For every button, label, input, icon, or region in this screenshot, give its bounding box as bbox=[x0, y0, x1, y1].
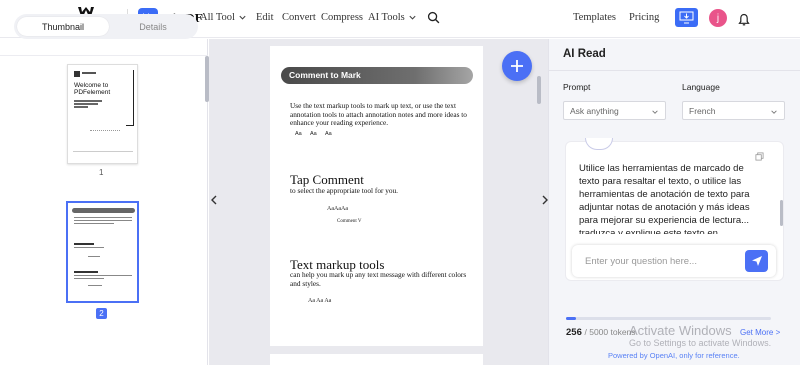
aa-sample-row-2: Aa Aa Aa bbox=[308, 298, 332, 304]
bell-icon[interactable] bbox=[738, 13, 750, 27]
tab-thumbnail[interactable]: Thumbnail bbox=[17, 17, 109, 36]
thumb-line bbox=[74, 275, 132, 276]
collapse-left-icon[interactable] bbox=[210, 195, 218, 205]
thumb-frame-line bbox=[126, 70, 134, 126]
ai-response-text: Utilice las herramientas de marcado de t… bbox=[579, 163, 750, 234]
page-number-2: 2 bbox=[96, 308, 107, 319]
tokens-total: / 5000 tokens bbox=[584, 327, 636, 337]
aa-sample-row: AaAaAa bbox=[327, 206, 348, 212]
thumb-line bbox=[74, 247, 104, 248]
document-scrollbar[interactable] bbox=[537, 76, 541, 104]
document-page-2 bbox=[270, 354, 483, 365]
tokens-used: 256 bbox=[566, 327, 582, 338]
language-label: Language bbox=[682, 82, 720, 92]
thumb-line bbox=[74, 106, 88, 108]
templates-link[interactable]: Templates bbox=[573, 12, 616, 23]
thumb-dots bbox=[90, 130, 120, 144]
tab-details[interactable]: Details bbox=[110, 17, 196, 36]
comment-sample-label: Comment V bbox=[337, 219, 362, 224]
nav-convert-label: Convert bbox=[282, 12, 316, 23]
ai-panel-title: AI Read bbox=[563, 48, 606, 60]
chevron-down-icon bbox=[409, 15, 416, 20]
thumb-banner bbox=[72, 208, 135, 213]
ai-panel-divider bbox=[549, 70, 800, 71]
question-input-placeholder: Enter your question here... bbox=[585, 256, 697, 267]
thumb-line bbox=[74, 271, 98, 273]
nav-compress-label: Compress bbox=[321, 12, 363, 23]
section-banner-text: Comment to Mark bbox=[289, 70, 361, 80]
page-thumbnail-1[interactable]: Welcome to PDFelement bbox=[67, 64, 138, 164]
aa-sample-3: Aa bbox=[325, 131, 332, 137]
chevron-down-icon bbox=[652, 110, 658, 114]
token-progress-fill bbox=[566, 317, 576, 320]
thumb-line bbox=[73, 151, 133, 152]
user-avatar[interactable]: j bbox=[709, 9, 727, 27]
thumb-line bbox=[74, 100, 102, 102]
thumb-line bbox=[74, 223, 114, 224]
activate-windows-subtitle: Go to Settings to activate Windows. bbox=[629, 338, 772, 348]
panel-divider bbox=[0, 55, 208, 56]
prompt-label: Prompt bbox=[563, 82, 591, 92]
copy-icon[interactable] bbox=[755, 152, 764, 161]
thumb-line bbox=[82, 72, 96, 74]
add-button[interactable] bbox=[502, 51, 532, 81]
chevron-down-icon bbox=[239, 15, 246, 20]
aa-sample-2: Aa bbox=[310, 131, 317, 137]
nav-convert[interactable]: Convert bbox=[282, 12, 316, 23]
thumb-title-1: Welcome to bbox=[74, 82, 109, 89]
page-number-1: 1 bbox=[99, 168, 104, 177]
send-icon bbox=[751, 256, 762, 266]
desktop-download-icon bbox=[679, 11, 694, 24]
thumb-line bbox=[74, 243, 94, 245]
thumb-line bbox=[88, 256, 100, 257]
plus-icon bbox=[511, 60, 523, 72]
thumb-title-2: PDFelement bbox=[74, 89, 111, 96]
nav-all-tool[interactable]: All Tool bbox=[200, 12, 247, 23]
chat-scrollbar[interactable] bbox=[780, 200, 783, 226]
thumb-line bbox=[74, 217, 132, 218]
thumb-line bbox=[88, 285, 102, 286]
nav-edit-label: Edit bbox=[256, 12, 274, 23]
intro-paragraph: Use the text markup tools to mark up tex… bbox=[290, 101, 467, 128]
chevron-down-icon bbox=[771, 110, 777, 114]
language-select-value: French bbox=[689, 105, 716, 116]
nav-edit[interactable]: Edit bbox=[256, 12, 274, 23]
tap-comment-text: to select the appropriate tool for you. bbox=[290, 186, 398, 195]
get-more-link[interactable]: Get More > bbox=[740, 328, 780, 337]
prompt-select-value: Ask anything bbox=[570, 105, 619, 116]
text-markup-text: can help you mark up any text message wi… bbox=[290, 270, 467, 288]
language-select[interactable]: French bbox=[682, 101, 785, 120]
thumb-logo-icon bbox=[74, 71, 80, 77]
panel-tabs: Thumbnail Details bbox=[14, 14, 198, 39]
token-count: 256 / 5000 tokens bbox=[566, 327, 636, 338]
thumb-line bbox=[74, 220, 132, 221]
send-button[interactable] bbox=[745, 250, 768, 272]
aa-sample-1: Aa bbox=[295, 131, 302, 137]
nav-ai-tools-label: AI Tools bbox=[368, 12, 405, 23]
thumb-line bbox=[74, 103, 98, 105]
pricing-link[interactable]: Pricing bbox=[629, 12, 659, 23]
search-icon[interactable] bbox=[427, 11, 440, 24]
nav-compress[interactable]: Compress bbox=[321, 12, 363, 23]
page-thumbnail-2[interactable] bbox=[66, 201, 139, 303]
token-progress-track bbox=[566, 317, 771, 320]
nav-all-tool-label: All Tool bbox=[200, 12, 235, 23]
thumb-line bbox=[74, 278, 104, 279]
document-page-1 bbox=[270, 46, 483, 346]
nav-ai-tools[interactable]: AI Tools bbox=[368, 12, 417, 23]
prompt-select[interactable]: Ask anything bbox=[563, 101, 666, 120]
activate-windows-title: Activate Windows bbox=[629, 323, 732, 338]
download-app-button[interactable] bbox=[675, 8, 698, 27]
powered-by-text: Powered by OpenAI, only for reference. bbox=[608, 351, 740, 360]
